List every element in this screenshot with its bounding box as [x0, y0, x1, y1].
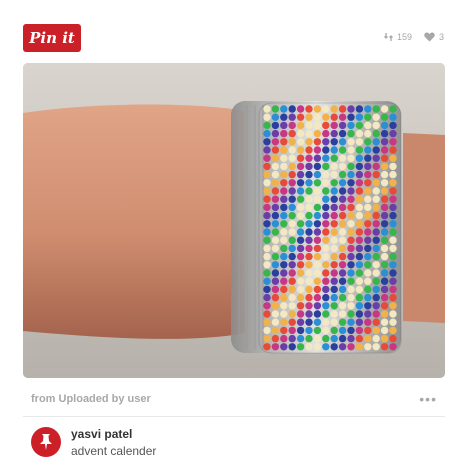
- repin-icon: [383, 33, 393, 41]
- pin-source-row: from Uploaded by user •••: [23, 391, 445, 407]
- pinner-avatar[interactable]: [31, 427, 61, 457]
- pin-stats: 159 3: [383, 30, 444, 44]
- pinner-name[interactable]: yasvi patel: [71, 427, 132, 441]
- heart-icon: [424, 32, 435, 42]
- pin-it-button[interactable]: Pin it: [23, 24, 81, 52]
- like-count: 3: [438, 32, 444, 42]
- board-name[interactable]: advent calender: [71, 444, 156, 458]
- more-options-icon[interactable]: •••: [419, 391, 437, 407]
- pin-image[interactable]: [23, 63, 445, 378]
- divider: [23, 416, 445, 417]
- source-text[interactable]: from Uploaded by user: [31, 393, 151, 405]
- pin-card: Pin it 159 3 from Uploaded by user ••• y…: [0, 0, 468, 470]
- pushpin-icon: [40, 434, 52, 450]
- repin-count: 159: [396, 32, 412, 42]
- bracelet-photo: [23, 63, 445, 378]
